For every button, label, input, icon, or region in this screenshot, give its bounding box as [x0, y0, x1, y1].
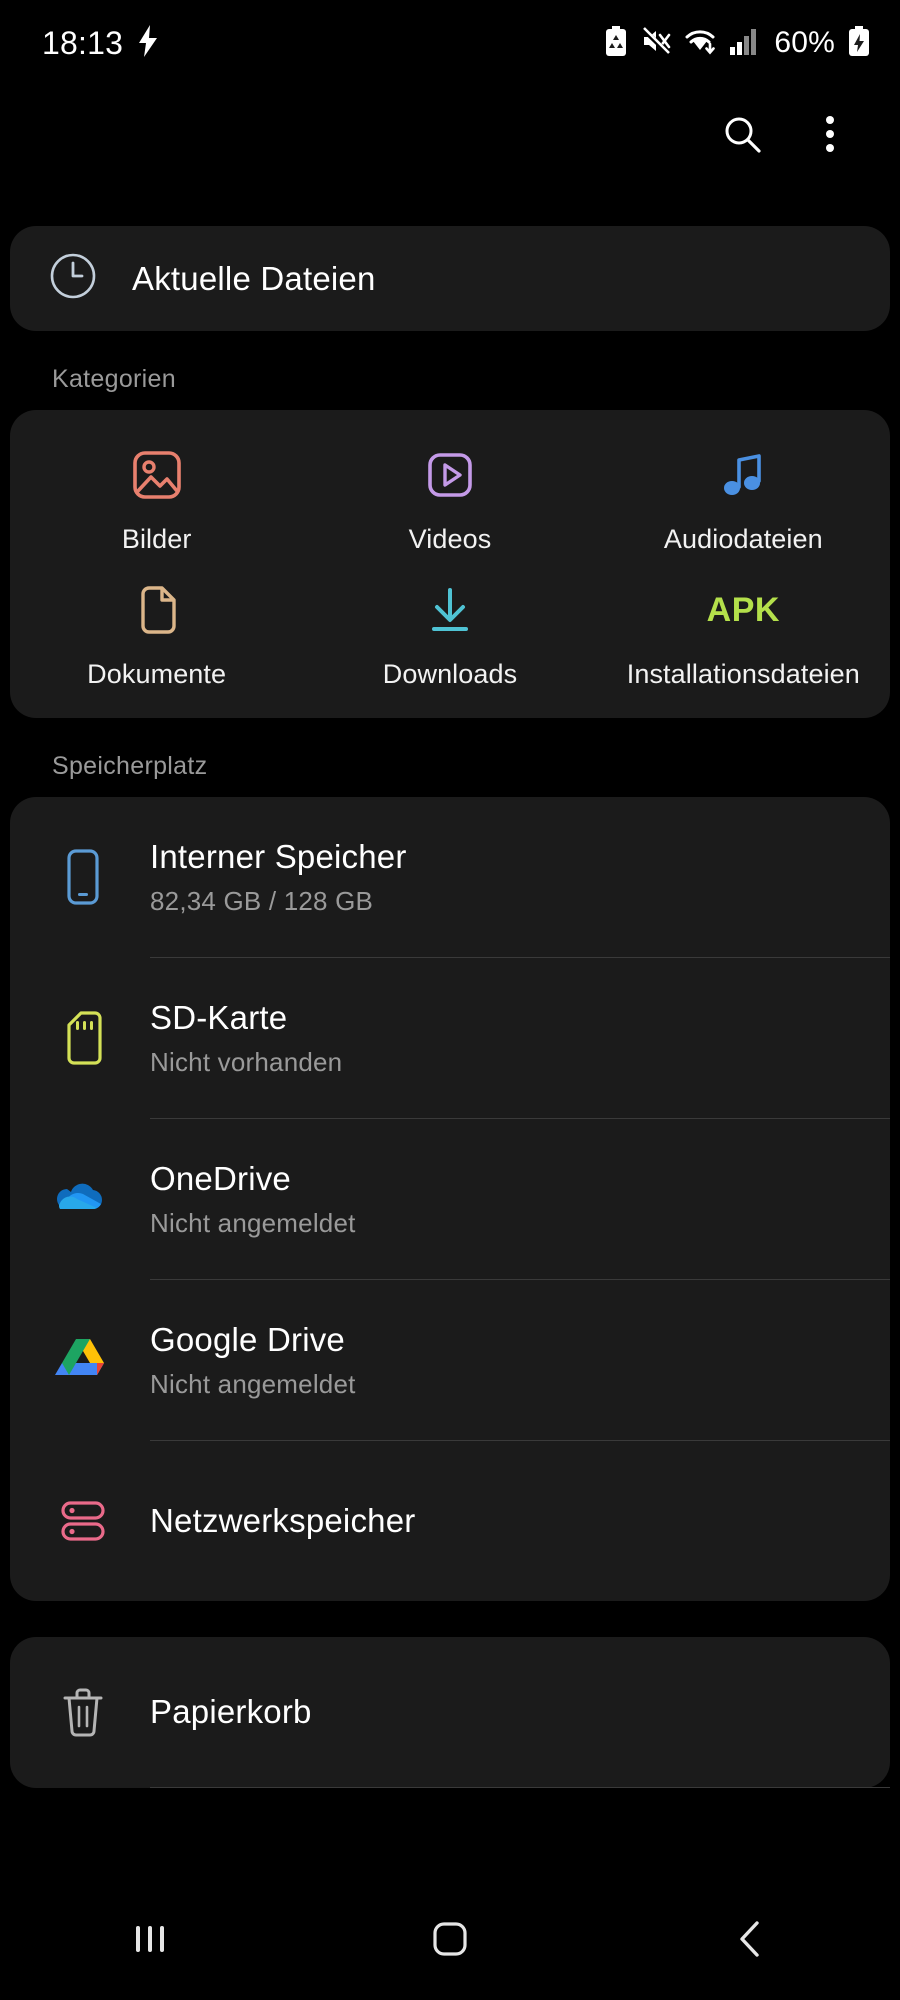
- categories-heading: Kategorien: [52, 365, 176, 393]
- storage-item-google-drive[interactable]: Google Drive Nicht angemeldet: [10, 1280, 890, 1440]
- storage-item-title: SD-Karte: [150, 998, 288, 1036]
- category-label: Videos: [408, 524, 492, 554]
- storage-item-text: Netzwerkspeicher: [122, 1502, 890, 1540]
- category-label: Downloads: [382, 659, 518, 689]
- category-label: Installationsdateien: [626, 659, 860, 689]
- app-bar: [0, 86, 900, 186]
- document-icon: [129, 579, 185, 641]
- storage-item-text: Google Drive Nicht angemeldet: [122, 1321, 890, 1400]
- image-icon: [129, 444, 185, 506]
- category-label: Audiodateien: [663, 524, 823, 554]
- list-divider: [150, 1787, 890, 1788]
- trash-title: Papierkorb: [150, 1693, 312, 1730]
- status-bar: 18:13 60%: [0, 0, 900, 86]
- categories-grid: Bilder Videos Audiodateien Dokumente Dow…: [10, 410, 890, 718]
- files-app-screen: 18:13 60% Aktuelle Dateien Kategorien Bi…: [0, 0, 900, 2000]
- category-item-installationsdateien[interactable]: APK Installationsdateien: [597, 579, 890, 690]
- category-item-downloads[interactable]: Downloads: [303, 579, 596, 690]
- status-time: 18:13: [42, 24, 124, 61]
- back-button[interactable]: [690, 1882, 810, 2000]
- lightning-bolt-icon: [137, 24, 159, 62]
- recents-button[interactable]: [90, 1882, 210, 2000]
- download-icon: [422, 579, 478, 641]
- recent-files-label: Aktuelle Dateien: [132, 259, 376, 297]
- search-button[interactable]: [710, 104, 774, 168]
- apk-icon: APK: [707, 579, 780, 641]
- storage-item-title: Netzwerkspeicher: [150, 1502, 416, 1539]
- home-icon: [432, 1921, 468, 1962]
- storage-item-text: SD-Karte Nicht vorhanden: [122, 999, 890, 1078]
- onedrive-icon: [44, 1178, 122, 1220]
- more-options-button[interactable]: [798, 104, 862, 168]
- search-icon: [721, 113, 763, 160]
- category-label: Dokumente: [87, 659, 227, 689]
- mute-icon: [641, 26, 672, 61]
- battery-percent: 60%: [774, 26, 835, 59]
- storage-item-interner-speicher[interactable]: Interner Speicher 82,34 GB / 128 GB: [10, 797, 890, 957]
- storage-item-text: OneDrive Nicht angemeldet: [122, 1160, 890, 1239]
- storage-item-title: OneDrive: [150, 1159, 291, 1197]
- storage-heading: Speicherplatz: [52, 752, 208, 780]
- storage-item-subtitle: Nicht angemeldet: [150, 1368, 356, 1399]
- network-storage-icon: [44, 1495, 122, 1547]
- storage-item-sd-karte[interactable]: SD-Karte Nicht vorhanden: [10, 958, 890, 1118]
- storage-item-subtitle: Nicht angemeldet: [150, 1207, 356, 1238]
- video-icon: [422, 444, 478, 506]
- trash-icon: [44, 1686, 122, 1738]
- music-note-icon: [715, 444, 771, 506]
- android-navigation-bar: [0, 1882, 900, 2000]
- signal-bars-icon: [729, 26, 757, 61]
- storage-item-title: Interner Speicher: [150, 837, 407, 875]
- trash-row[interactable]: Papierkorb: [10, 1637, 890, 1787]
- clock-icon: [48, 251, 98, 306]
- storage-item-netzwerkspeicher[interactable]: Netzwerkspeicher: [10, 1441, 890, 1601]
- battery-icon: [848, 25, 870, 61]
- home-button[interactable]: [390, 1882, 510, 2000]
- storage-card: Interner Speicher 82,34 GB / 128 GB SD-K…: [10, 797, 890, 1601]
- category-item-videos[interactable]: Videos: [303, 444, 596, 555]
- trash-text: Papierkorb: [122, 1693, 890, 1731]
- storage-item-subtitle: Nicht vorhanden: [150, 1046, 343, 1077]
- battery-recycle-icon: [604, 25, 628, 61]
- category-label: Bilder: [121, 524, 192, 554]
- status-bar-left: 18:13: [42, 24, 159, 62]
- category-item-audiodateien[interactable]: Audiodateien: [597, 444, 890, 555]
- google-drive-icon: [44, 1335, 122, 1385]
- trash-card: Papierkorb: [10, 1637, 890, 1788]
- storage-item-text: Interner Speicher 82,34 GB / 128 GB: [122, 838, 890, 917]
- storage-item-onedrive[interactable]: OneDrive Nicht angemeldet: [10, 1119, 890, 1279]
- apk-label: APK: [706, 591, 780, 629]
- categories-card: Bilder Videos Audiodateien Dokumente Dow…: [10, 410, 890, 718]
- category-item-bilder[interactable]: Bilder: [10, 444, 303, 555]
- more-options-icon: [825, 113, 835, 160]
- status-bar-right: 60%: [604, 25, 870, 61]
- category-item-dokumente[interactable]: Dokumente: [10, 579, 303, 690]
- wifi-icon: [684, 26, 716, 61]
- recent-files-row[interactable]: Aktuelle Dateien: [10, 226, 890, 331]
- back-icon: [735, 1919, 765, 1964]
- storage-item-title: Google Drive: [150, 1320, 345, 1358]
- recents-icon: [130, 1922, 170, 1961]
- storage-item-subtitle: 82,34 GB / 128 GB: [150, 885, 374, 916]
- sd-card-icon: [44, 1009, 122, 1067]
- phone-icon: [44, 847, 122, 907]
